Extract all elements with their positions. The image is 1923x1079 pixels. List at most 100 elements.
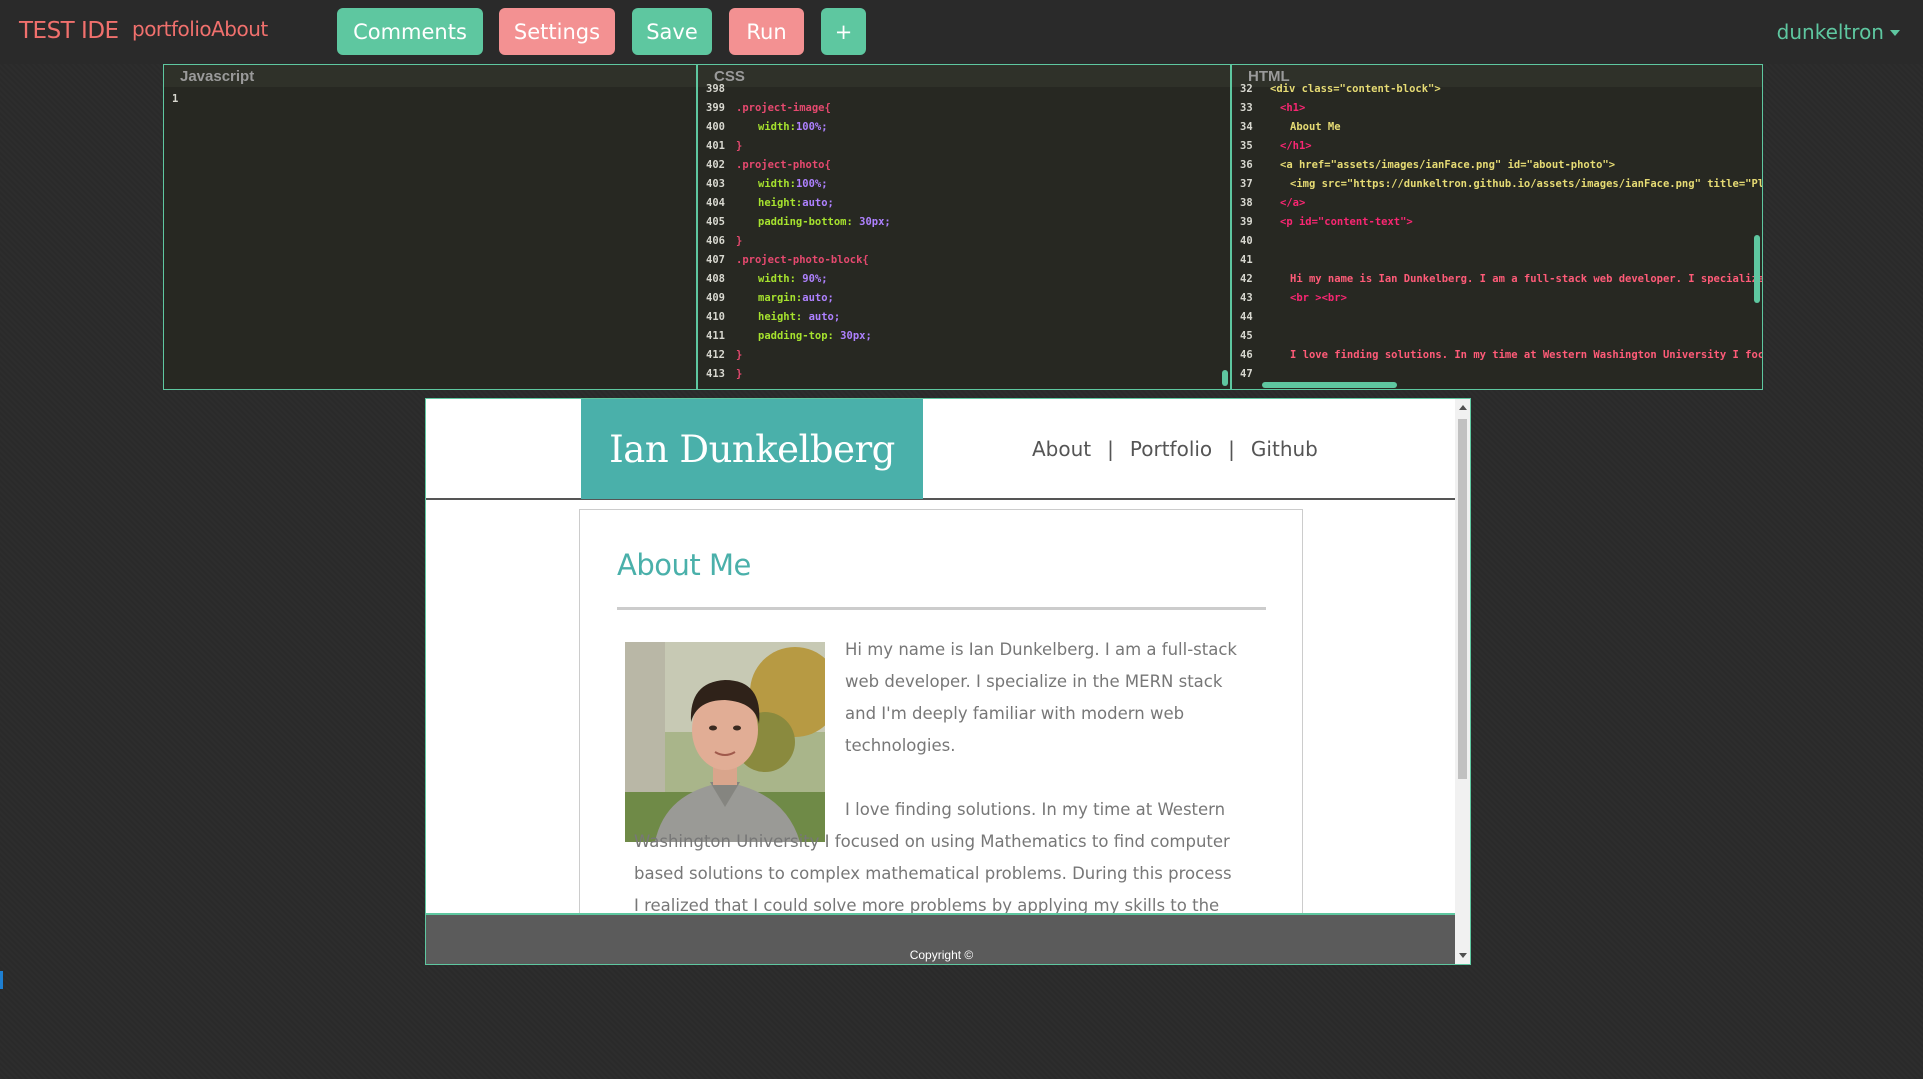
code-line[interactable]: 403 width:100%; — [698, 174, 1230, 193]
code-line[interactable]: 406} — [698, 231, 1230, 250]
line-number: 398 — [706, 82, 725, 95]
css-editor[interactable]: CSS 398 399 .project-image{400 width:100%; 4… — [696, 65, 1230, 389]
site-nav: About | Portfolio | Github — [1032, 437, 1318, 461]
code-line[interactable]: 42 Hi my name is Ian Dunkelberg. I am a f… — [1232, 269, 1762, 288]
code-line[interactable]: 401} — [698, 136, 1230, 155]
line-number: 45 — [1240, 329, 1253, 342]
html-editor[interactable]: HTML 32 <div class="content-block"> 33 <h1>… — [1230, 65, 1762, 389]
line-number: 41 — [1240, 253, 1253, 266]
settings-button[interactable]: Settings — [499, 8, 615, 55]
copyright-text: Copyright © — [909, 948, 974, 962]
html-vertical-scrollbar[interactable] — [1754, 235, 1760, 303]
javascript-editor[interactable]: Javascript 1 — [164, 65, 696, 389]
code-line[interactable]: 410 height: auto; — [698, 307, 1230, 326]
app-brand[interactable]: TEST IDE — [19, 18, 119, 44]
code-line[interactable]: 398 — [698, 79, 1230, 98]
nav-portfolio-link[interactable]: Portfolio — [1130, 437, 1212, 461]
code-line[interactable]: 413} — [698, 364, 1230, 383]
site-title[interactable]: Ian Dunkelberg — [581, 399, 923, 499]
html-code-area[interactable]: 32 <div class="content-block"> 33 <h1> 34 Abo… — [1232, 79, 1762, 383]
code-line[interactable]: 32 <div class="content-block"> — [1232, 79, 1762, 98]
line-number: 37 — [1240, 177, 1253, 190]
javascript-editor-title: Javascript — [164, 65, 696, 87]
project-name[interactable]: portfolioAbout — [132, 17, 268, 41]
line-number: 406 — [706, 234, 725, 247]
javascript-code-area[interactable]: 1 — [164, 89, 696, 108]
code-text: padding-bottom: 30px; — [758, 215, 891, 228]
code-text: </a> — [1280, 196, 1306, 209]
code-text: <h1> — [1280, 101, 1306, 114]
code-text: width:100%; — [758, 177, 828, 190]
line-number: 403 — [706, 177, 725, 190]
code-line[interactable]: 44 — [1232, 307, 1762, 326]
line-number: 46 — [1240, 348, 1253, 361]
line-number: 1 — [172, 92, 179, 105]
code-line[interactable]: 400 width:100%; — [698, 117, 1230, 136]
code-line[interactable]: 412} — [698, 345, 1230, 364]
site-header: Ian Dunkelberg About | Portfolio | Githu… — [426, 399, 1457, 500]
code-line[interactable]: 409 margin:auto; — [698, 288, 1230, 307]
code-line[interactable]: 35 </h1> — [1232, 136, 1762, 155]
code-line[interactable]: 34 About Me — [1232, 117, 1762, 136]
css-scrollbar[interactable] — [1222, 370, 1228, 386]
code-line[interactable]: 37 <img src="https://dunkeltron.github.io… — [1232, 174, 1762, 193]
code-line[interactable]: 407 .project-photo-block{ — [698, 250, 1230, 269]
code-text: .project-photo{ — [736, 158, 831, 171]
heading-divider — [617, 607, 1266, 610]
preview-scrollbar[interactable] — [1455, 399, 1470, 964]
scroll-down-icon[interactable] — [1459, 953, 1467, 958]
code-text: } — [736, 367, 743, 380]
code-line[interactable]: 40 — [1232, 231, 1762, 250]
code-line[interactable]: 1 — [164, 89, 696, 108]
code-line[interactable]: 402 .project-photo{ — [698, 155, 1230, 174]
code-line[interactable]: 38 </a> — [1232, 193, 1762, 212]
code-text: <img src="https://dunkeltron.github.io/a… — [1290, 177, 1762, 190]
code-line[interactable]: 405 padding-bottom: 30px; — [698, 212, 1230, 231]
code-line[interactable]: 36 <a href="assets/images/ianFace.png" id… — [1232, 155, 1762, 174]
code-text: } — [736, 234, 743, 247]
run-button[interactable]: Run — [729, 8, 804, 55]
html-horizontal-scrollbar[interactable] — [1262, 382, 1397, 388]
username: dunkeltron — [1776, 20, 1884, 44]
nav-about-link[interactable]: About — [1032, 437, 1091, 461]
comments-button[interactable]: Comments — [337, 8, 483, 55]
preview-frame[interactable]: Ian Dunkelberg About | Portfolio | Githu… — [425, 398, 1471, 965]
line-number: 33 — [1240, 101, 1253, 114]
code-line[interactable]: 41 — [1232, 250, 1762, 269]
chevron-down-icon — [1890, 30, 1900, 36]
line-number: 405 — [706, 215, 725, 228]
nav-github-link[interactable]: Github — [1251, 437, 1318, 461]
code-line[interactable]: 45 — [1232, 326, 1762, 345]
code-line[interactable]: 33 <h1> — [1232, 98, 1762, 117]
code-line[interactable]: 43 <br ><br> — [1232, 288, 1762, 307]
code-line[interactable]: 411 padding-top: 30px; — [698, 326, 1230, 345]
add-button[interactable]: + — [821, 8, 866, 55]
save-button[interactable]: Save — [632, 8, 712, 55]
code-text: width:100%; — [758, 120, 828, 133]
nav-separator: | — [1107, 437, 1114, 461]
line-number: 413 — [706, 367, 725, 380]
user-menu[interactable]: dunkeltron — [1777, 20, 1900, 44]
code-line[interactable]: 39 <p id="content-text"> — [1232, 212, 1762, 231]
code-text: padding-top: 30px; — [758, 329, 872, 342]
line-number: 38 — [1240, 196, 1253, 209]
line-number: 40 — [1240, 234, 1253, 247]
line-number: 34 — [1240, 120, 1253, 133]
code-line[interactable]: 399 .project-image{ — [698, 98, 1230, 117]
top-navbar: TEST IDE portfolioAbout Comments Setting… — [0, 0, 1923, 64]
line-number: 44 — [1240, 310, 1253, 323]
line-number: 39 — [1240, 215, 1253, 228]
code-line[interactable]: 47 — [1232, 364, 1762, 383]
code-line[interactable]: 404 height:auto; — [698, 193, 1230, 212]
code-line[interactable]: 408 width: 90%; — [698, 269, 1230, 288]
code-line[interactable]: 46 I love finding solutions. In my time a… — [1232, 345, 1762, 364]
line-number: 407 — [706, 253, 725, 266]
scroll-up-icon[interactable] — [1459, 405, 1467, 410]
code-text: } — [736, 139, 743, 152]
code-text: margin:auto; — [758, 291, 834, 304]
code-text: height: auto; — [758, 310, 841, 323]
line-number: 411 — [706, 329, 725, 342]
css-code-area[interactable]: 398 399 .project-image{400 width:100%; 401} 4… — [698, 79, 1230, 383]
line-number: 412 — [706, 348, 725, 361]
scrollbar-thumb[interactable] — [1458, 419, 1467, 779]
